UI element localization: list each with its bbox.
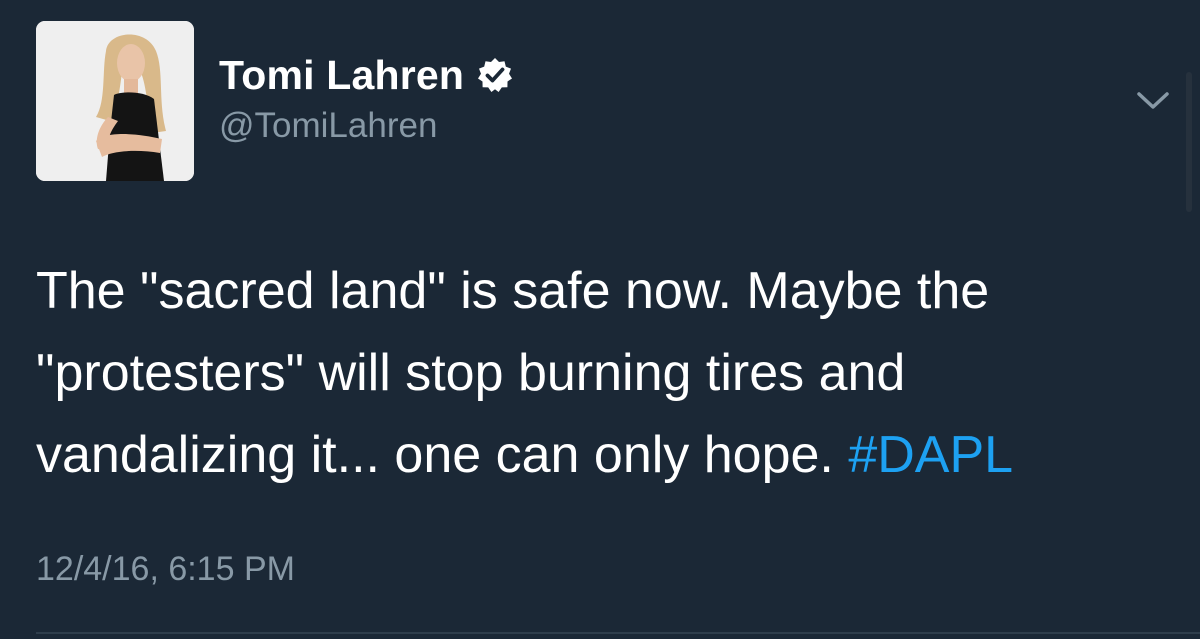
chevron-down-icon[interactable] <box>1136 90 1170 112</box>
user-handle[interactable]: @TomiLahren <box>219 106 437 146</box>
avatar[interactable] <box>36 21 194 181</box>
divider <box>36 632 1200 634</box>
tweet-card: Tomi Lahren @TomiLahren The "sacred land… <box>0 0 1200 639</box>
display-name-row[interactable]: Tomi Lahren <box>219 50 514 100</box>
tweet-text: The "sacred land" is safe now. Maybe the… <box>36 250 1176 496</box>
avatar-photo <box>36 21 194 181</box>
scrollbar[interactable] <box>1186 72 1192 212</box>
tweet-timestamp[interactable]: 12/4/16, 6:15 PM <box>36 550 295 589</box>
hashtag-link[interactable]: #DAPL <box>848 426 1013 484</box>
verified-badge-icon <box>476 56 514 94</box>
tweet-text-line: "protesters" will stop burning tires and <box>36 344 906 402</box>
display-name[interactable]: Tomi Lahren <box>219 52 464 99</box>
tweet-text-line: The "sacred land" is safe now. Maybe the <box>36 262 990 320</box>
tweet-text-line: vandalizing it... one can only hope. <box>36 426 849 484</box>
